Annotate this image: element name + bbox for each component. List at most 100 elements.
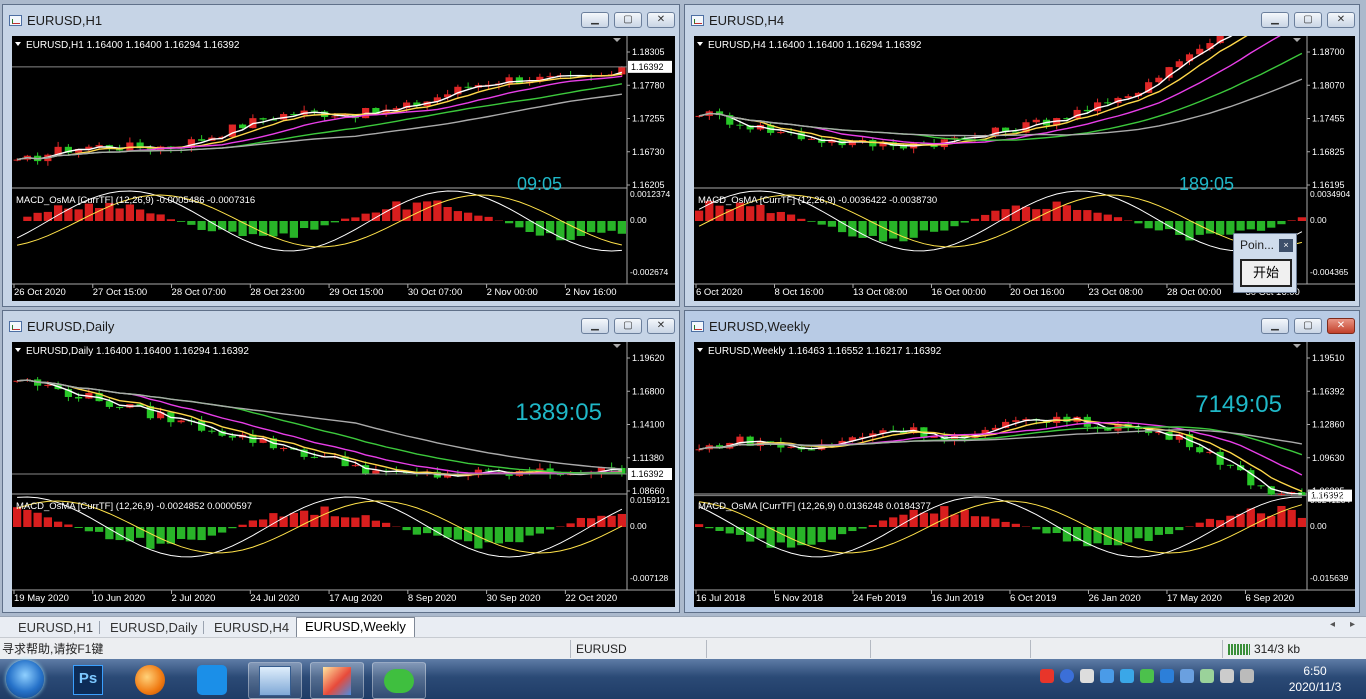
macd-histogram-bar <box>341 218 350 221</box>
macd-histogram-bar <box>330 516 339 527</box>
candle-body <box>1216 451 1224 465</box>
tray-network-icon[interactable] <box>1080 669 1094 683</box>
macd-histogram-bar <box>515 527 524 543</box>
macd-histogram-bar <box>695 524 704 527</box>
tray-app-icon[interactable] <box>1100 669 1114 683</box>
maximize-button[interactable]: ▢ <box>1294 318 1322 334</box>
tab-eurusd-daily[interactable]: EURUSD,Daily <box>110 619 197 637</box>
window-titlebar[interactable]: EURUSD,H1 ▁ ▢ ✕ <box>3 5 679 35</box>
macd-histogram-bar <box>909 509 918 527</box>
minimize-button[interactable]: ▁ <box>581 318 609 334</box>
popup-close-button[interactable]: × <box>1279 239 1293 252</box>
tray-wechat-icon[interactable] <box>1140 669 1154 683</box>
tray-sogou-icon[interactable] <box>1040 669 1054 683</box>
maximize-button[interactable]: ▢ <box>614 12 642 28</box>
tab-eurusd-weekly[interactable]: EURUSD,Weekly <box>296 617 415 639</box>
app-button-orange[interactable] <box>124 662 176 697</box>
macd-histogram-bar <box>807 221 816 222</box>
macd-histogram-bar <box>1124 527 1133 543</box>
window-titlebar[interactable]: EURUSD,Weekly ▁ ▢ ✕ <box>685 311 1359 341</box>
minimize-button[interactable]: ▁ <box>581 12 609 28</box>
close-button[interactable]: ✕ <box>647 318 675 334</box>
macd-histogram-bar <box>361 515 370 527</box>
tray-app-icon[interactable] <box>1120 669 1134 683</box>
tab-eurusd-h1[interactable]: EURUSD,H1 <box>18 619 93 637</box>
tray-shield-icon[interactable] <box>1180 669 1194 683</box>
chart-tool-icon <box>323 666 351 695</box>
macd-histogram-bar <box>166 219 175 221</box>
maximize-button[interactable]: ▢ <box>614 318 642 334</box>
macd-histogram-bar <box>827 527 837 540</box>
tab-eurusd-h4[interactable]: EURUSD,H4 <box>214 619 289 637</box>
macd-histogram-bar <box>1287 220 1296 221</box>
candle-body <box>807 449 816 451</box>
date-axis-label: 23 Oct 08:00 <box>1088 287 1142 298</box>
date-axis-label: 26 Jan 2020 <box>1088 593 1140 604</box>
symbol-info: EURUSD,Daily 1.16400 1.16400 1.16294 1.1… <box>26 346 249 357</box>
date-axis-label: 27 Oct 15:00 <box>93 287 147 298</box>
start-button-icon[interactable] <box>6 660 44 698</box>
macd-histogram-bar <box>525 527 534 536</box>
point-popup-dialog[interactable]: Poin... × 开始 <box>1233 233 1297 293</box>
price-chart[interactable]: 1.16392 EURUSD,Weekly 1.16463 1.16552 1.1… <box>694 342 1355 607</box>
wechat-app-button[interactable] <box>372 662 426 699</box>
macd-histogram-bar <box>797 218 806 221</box>
price-chart[interactable]: 1.16392 EURUSD,Daily 1.16400 1.16400 1.16… <box>12 342 675 607</box>
candle-body <box>116 406 124 408</box>
chart-window-eurusd-weekly[interactable]: EURUSD,Weekly ▁ ▢ ✕ 1.16392 EURUSD,Weekly… <box>684 310 1360 613</box>
date-axis-label: 10 Jun 2020 <box>93 593 145 604</box>
macd-histogram-bar <box>1216 221 1225 235</box>
tray-mute-icon[interactable] <box>1240 669 1254 683</box>
candle-body <box>331 116 339 118</box>
chart-canvas[interactable]: 1.16392 EURUSD,Weekly 1.16463 1.16552 1.1… <box>694 342 1355 607</box>
macd-histogram-bar <box>423 201 432 221</box>
status-divider <box>1222 640 1223 658</box>
macd-histogram-bar <box>991 210 1000 221</box>
window-titlebar[interactable]: EURUSD,Daily ▁ ▢ ✕ <box>3 311 679 341</box>
status-divider <box>706 640 707 658</box>
tab-scroll-right-icon[interactable]: ▸ <box>1350 619 1355 630</box>
bar-countdown-timer: 7149:05 <box>1195 391 1282 418</box>
macd-histogram-bar <box>960 221 969 223</box>
window-titlebar[interactable]: EURUSD,H4 ▁ ▢ ✕ <box>685 5 1359 35</box>
macd-histogram-bar <box>889 517 898 527</box>
chart-tool-app-button[interactable] <box>310 662 364 699</box>
chart-canvas[interactable]: 1.16392 EURUSD,Daily 1.16400 1.16400 1.16… <box>12 342 675 607</box>
tab-scroll-left-icon[interactable]: ◂ <box>1330 619 1335 630</box>
chart-window-eurusd-daily[interactable]: EURUSD,Daily ▁ ▢ ✕ 1.16392 EURUSD,Daily 1… <box>2 310 680 613</box>
macd-histogram-bar <box>341 517 350 527</box>
app-button-blue[interactable] <box>186 662 238 697</box>
close-button[interactable]: ✕ <box>647 12 675 28</box>
date-axis-label: 19 May 2020 <box>14 593 69 604</box>
candle-body <box>310 456 318 458</box>
minimize-button[interactable]: ▁ <box>1261 12 1289 28</box>
chart-window-eurusd-h1[interactable]: EURUSD,H1 ▁ ▢ ✕ 1.16392 EURUSD,H1 1.16400… <box>2 4 680 307</box>
tray-help-icon[interactable] <box>1060 669 1074 683</box>
moving-average-line <box>16 71 623 161</box>
tray-clock[interactable]: 6:50 2020/11/3 <box>1280 663 1350 695</box>
tray-app-icon[interactable] <box>1160 669 1174 683</box>
photoshop-app-button[interactable]: Ps <box>62 662 114 697</box>
macd-histogram-bar <box>950 221 959 227</box>
maximize-button[interactable]: ▢ <box>1294 12 1322 28</box>
tray-signal-icon[interactable] <box>1220 669 1234 683</box>
start-button[interactable]: 开始 <box>1240 259 1292 287</box>
chart-canvas[interactable]: 1.16392 EURUSD,H1 1.16400 1.16400 1.16294… <box>12 36 675 301</box>
close-button[interactable]: ✕ <box>1327 318 1355 334</box>
macd-histogram-bar <box>1113 217 1123 221</box>
macd-histogram-bar <box>1073 209 1082 221</box>
minimize-button[interactable]: ▁ <box>1261 318 1289 334</box>
window-title: EURUSD,Daily <box>27 319 115 334</box>
dropdown-icon <box>15 42 21 46</box>
metatrader-icon <box>259 665 291 696</box>
tray-safe-icon[interactable] <box>1200 669 1214 683</box>
chart-shift-icon <box>613 344 621 348</box>
close-button[interactable]: ✕ <box>1327 12 1355 28</box>
macd-axis-label: 0.00 <box>630 521 647 531</box>
macd-histogram-bar <box>494 527 503 544</box>
macd-axis-label: 0.00 <box>1310 215 1327 225</box>
date-axis-label: 16 Jul 2018 <box>696 593 745 604</box>
metatrader-app-button[interactable] <box>248 662 302 699</box>
chart-window-icon <box>691 321 704 332</box>
price-chart[interactable]: 1.16392 EURUSD,H1 1.16400 1.16400 1.16294… <box>12 36 675 301</box>
